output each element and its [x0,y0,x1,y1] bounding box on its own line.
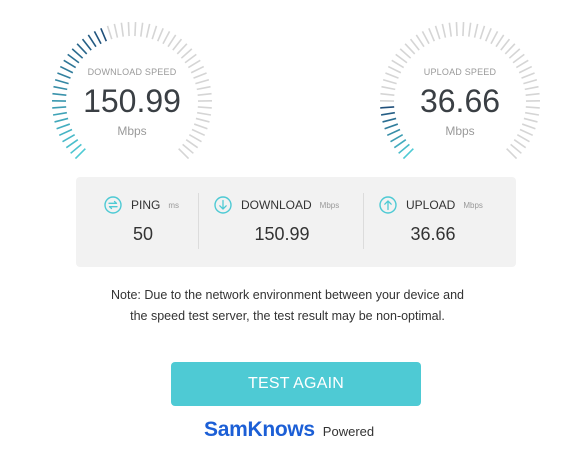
samknows-branding: SamKnows Powered [204,418,374,442]
gauge-tick-active [74,148,86,160]
gauge-tick-inactive [404,43,416,55]
download-value: 150.99 [254,224,310,244]
upload-gauge-label: UPLOAD SPEED [423,67,497,77]
upload-value: 36.66 [410,224,456,244]
download-unit: Mbps [319,200,340,210]
result-note: Note: Due to the network environment bet… [0,285,575,327]
gauge-tick-inactive [399,48,412,59]
gauge-tick-inactive [455,22,458,37]
gauge-tick-inactive [409,38,420,51]
results-panel: PING ms 50 DOWNLOAD Mbps 150.99 UPLOAD M… [76,177,516,267]
gauge-tick-active [71,48,84,59]
stat-divider [363,193,364,249]
gauge-tick-active [87,34,97,48]
gauge-tick-inactive [139,22,144,37]
ping-label: PING [131,198,161,212]
gauge-tick-inactive [467,22,472,37]
gauge-tick-inactive [185,139,199,149]
ping-arrows-icon [104,196,122,214]
gauge-tick-inactive [176,43,188,55]
download-speed-gauge: DOWNLOAD SPEED 150.99 Mbps [50,20,214,160]
ping-value: 50 [132,224,154,244]
gauge-tick-inactive [428,28,436,42]
test-again-button[interactable]: TEST AGAIN [171,362,421,406]
upload-speed-gauge: UPLOAD SPEED 36.66 Mbps [378,20,542,160]
download-label: DOWNLOAD [241,198,312,212]
upload-gauge-value: 36.66 [419,83,501,119]
gauge-tick-inactive [441,23,447,38]
upload-arrow-icon [379,196,397,214]
gauge-tick-inactive [145,23,151,38]
gauge-tick-inactive [473,23,479,38]
gauge-tick-inactive [184,53,197,64]
gauge-tick-inactive [490,31,499,45]
ping-unit: ms [168,200,180,210]
gauge-tick-inactive [113,23,119,38]
gauge-tick-active [402,148,414,160]
gauge-tick-inactive [504,43,516,55]
gauge-tick-inactive [172,38,183,51]
gauge-tick-active [76,43,88,55]
gauge-tick-inactive [127,22,130,37]
gauge-tick-inactive [510,143,522,154]
gauge-tick-active [100,28,108,42]
gauge-tick-inactive [156,28,164,42]
gauge-tick-inactive [415,34,425,48]
gauge-tick-inactive [495,34,505,48]
download-gauge-unit: Mbps [117,124,147,138]
upload-unit: Mbps [463,200,483,210]
upload-label: UPLOAD [406,198,456,212]
download-arrow-icon [214,196,232,214]
gauge-tick-inactive [513,139,527,149]
gauge-tick-inactive [106,25,113,40]
gauge-tick-inactive [120,22,125,37]
gauge-tick-active [67,53,80,64]
gauge-tick-active [93,31,102,45]
gauge-tick-active [393,139,407,149]
gauge-tick-active [65,139,79,149]
upload-gauge-unit: Mbps [445,124,475,138]
gauge-tick-active [81,38,92,51]
gauge-tick-inactive [448,22,453,37]
gauge-tick-inactive [395,53,408,64]
gauge-tick-active [70,143,82,154]
download-gauge-label: DOWNLOAD SPEED [87,67,177,77]
samknows-logo: SamKnows [204,418,315,441]
gauge-tick-inactive [484,28,492,42]
gauge-tick-inactive [180,48,193,59]
gauge-tick-inactive [167,34,177,48]
gauge-tick-inactive [151,25,158,40]
gauge-tick-inactive [508,48,521,59]
download-gauge-value: 150.99 [83,83,181,119]
stat-divider [198,193,199,249]
gauge-tick-inactive [421,31,430,45]
gauge-tick-inactive [162,31,171,45]
powered-label: Powered [322,424,375,439]
gauge-tick-inactive [434,25,441,40]
note-line-1: Note: Due to the network environment bet… [111,288,464,302]
gauge-tick-inactive [134,22,137,37]
gauge-tick-inactive [479,25,486,40]
gauge-tick-inactive [506,148,518,160]
gauge-tick-inactive [178,148,190,160]
gauge-tick-active [398,143,410,154]
gauge-tick-inactive [512,53,525,64]
gauge-tick-inactive [500,38,511,51]
note-line-2: the speed test server, the test result m… [130,309,445,323]
gauge-tick-inactive [182,143,194,154]
gauge-tick-inactive [462,22,465,37]
